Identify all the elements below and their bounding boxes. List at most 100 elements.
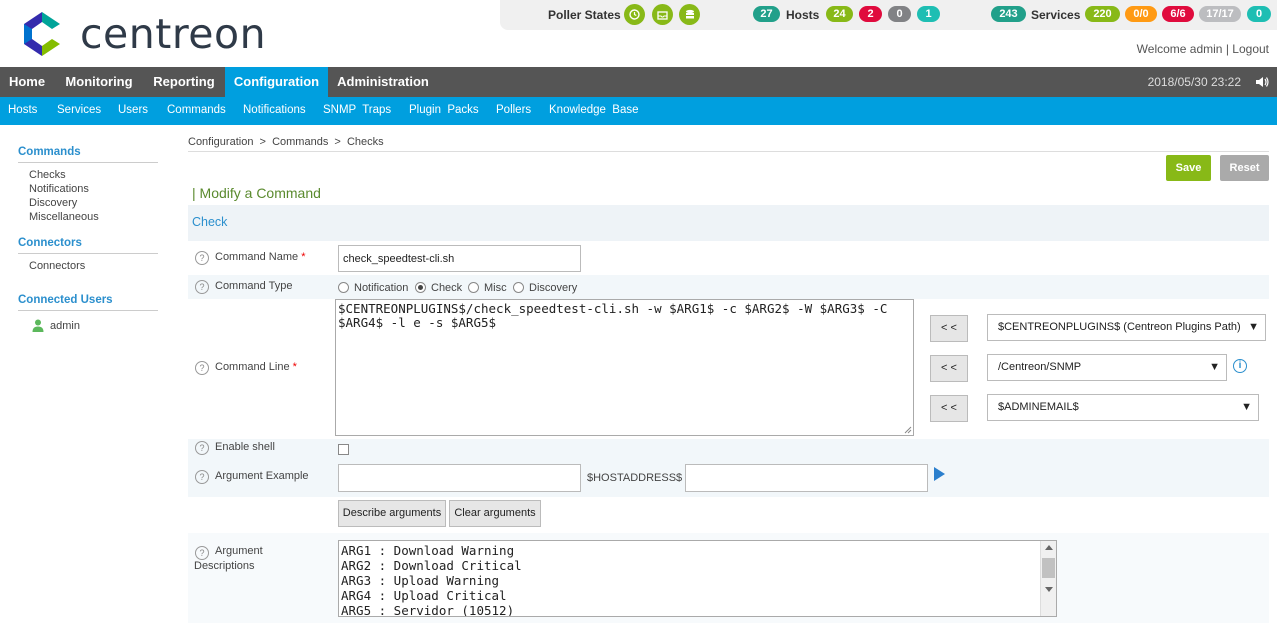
play-icon[interactable] (934, 467, 945, 481)
hosts-down-value: 2 (867, 8, 874, 20)
help-icon[interactable]: ? (195, 280, 209, 294)
subnav-snmp-traps[interactable]: SNMP Traps (323, 104, 391, 116)
subnav-users[interactable]: Users (118, 104, 148, 116)
command-name-label: Command Name * (215, 251, 305, 263)
host-address-input[interactable] (685, 464, 928, 492)
enable-shell-checkbox[interactable] (338, 444, 349, 455)
sidebar-item-connectors[interactable]: Connectors (29, 260, 85, 272)
hosts-total-badge[interactable]: 27 (753, 6, 780, 22)
hosts-unreachable-value: 0 (896, 8, 903, 20)
inbox-icon[interactable] (652, 4, 673, 25)
nav-reporting[interactable]: Reporting (144, 67, 224, 97)
services-total-badge[interactable]: 243 (991, 6, 1026, 22)
centreon-logo-icon (16, 10, 68, 58)
clock-icon[interactable] (624, 4, 645, 25)
services-label: Services (1031, 8, 1081, 22)
poller-states-label: Poller States (548, 8, 621, 22)
centreon-logo[interactable]: centreon (16, 10, 266, 58)
scrollbar-thumb[interactable] (1042, 558, 1055, 578)
sidebar-item-miscellaneous[interactable]: Miscellaneous (29, 211, 99, 223)
nav-monitoring[interactable]: Monitoring (56, 67, 142, 97)
radio-misc-label: Misc (484, 282, 507, 294)
services-critical-badge[interactable]: 6/6 (1162, 6, 1194, 22)
scroll-up-icon[interactable] (1045, 545, 1053, 550)
save-button[interactable]: Save (1166, 155, 1211, 181)
user-icon (32, 319, 44, 335)
argument-example-label: Argument Example (215, 470, 309, 482)
help-icon[interactable]: ? (195, 251, 209, 265)
subnav-commands[interactable]: Commands (167, 104, 226, 116)
services-warning-badge[interactable]: 0/0 (1125, 6, 1157, 22)
radio-check[interactable] (415, 282, 426, 293)
header: centreon Poller States 27 Hosts 24 2 0 1… (0, 0, 1277, 67)
nav-administration[interactable]: Administration (330, 67, 436, 97)
help-icon[interactable]: ? (195, 546, 209, 560)
subnav-services[interactable]: Services (57, 104, 101, 116)
subnav-hosts[interactable]: Hosts (8, 104, 37, 116)
section-title: Check (192, 215, 228, 229)
speaker-icon[interactable] (1255, 76, 1269, 88)
argument-descriptions-label-1: Argument (215, 545, 263, 557)
command-name-input[interactable] (338, 245, 581, 272)
argument-descriptions-textarea[interactable]: ARG1 : Download Warning ARG2 : Download … (338, 540, 1057, 617)
sidebar-divider (18, 310, 158, 311)
macro-select-plugins[interactable]: $CENTREONPLUGINS$ (Centreon Plugins Path… (987, 314, 1266, 341)
scrollbar[interactable] (1040, 541, 1056, 616)
argument-example-input[interactable] (338, 464, 581, 492)
hosts-label: Hosts (786, 8, 820, 22)
hosts-pending-value: 1 (925, 8, 932, 20)
info-icon[interactable]: i (1233, 359, 1247, 373)
subnav-plugin-packs[interactable]: Plugin Packs (409, 104, 479, 116)
welcome-area: Welcome admin | Logout (1137, 42, 1269, 56)
required-mark: * (301, 251, 306, 263)
nav-configuration[interactable]: Configuration (225, 67, 328, 97)
breadcrumb-divider (188, 151, 1269, 152)
scroll-down-icon[interactable] (1045, 587, 1053, 592)
form-title: | Modify a Command (192, 185, 321, 201)
subnav-pollers[interactable]: Pollers (496, 104, 531, 116)
hosts-up-badge[interactable]: 24 (826, 6, 853, 22)
services-ok-badge[interactable]: 220 (1085, 6, 1120, 22)
radio-discovery-label: Discovery (529, 282, 578, 294)
host-address-label: $HOSTADDRESS$ (587, 472, 683, 484)
describe-arguments-button[interactable]: Describe arguments (338, 500, 446, 527)
radio-discovery[interactable] (513, 282, 524, 293)
help-icon[interactable]: ? (195, 470, 209, 484)
reset-button[interactable]: Reset (1220, 155, 1269, 181)
subnav-notifications[interactable]: Notifications (243, 104, 306, 116)
sub-nav: Hosts Services Users Commands Notificati… (0, 97, 1277, 125)
welcome-separator: | (1225, 42, 1229, 56)
sidebar-item-checks[interactable]: Checks (29, 169, 66, 181)
nav-home[interactable]: Home (0, 67, 54, 97)
command-line-textarea[interactable]: $CENTREONPLUGINS$/check_speedtest-cli.sh… (335, 299, 914, 436)
radio-check-label: Check (431, 282, 463, 294)
insert-macro-button-1[interactable]: < < (930, 315, 968, 342)
radio-misc[interactable] (468, 282, 479, 293)
services-ok-value: 220 (1093, 8, 1112, 20)
hosts-pending-badge[interactable]: 1 (917, 6, 940, 22)
logout-link[interactable]: Logout (1232, 42, 1269, 56)
insert-macro-button-3[interactable]: < < (930, 395, 968, 422)
services-unknown-badge[interactable]: 17/17 (1199, 6, 1241, 22)
services-pending-value: 0 (1255, 8, 1263, 20)
resize-handle-icon[interactable] (904, 426, 912, 434)
sidebar-item-discovery[interactable]: Discovery (29, 197, 77, 209)
insert-macro-button-2[interactable]: < < (930, 355, 968, 382)
sidebar-connectors-title[interactable]: Connectors (18, 237, 82, 249)
sidebar-item-notifications[interactable]: Notifications (29, 183, 89, 195)
sidebar-commands-title[interactable]: Commands (18, 146, 81, 158)
help-icon[interactable]: ? (195, 441, 209, 455)
sidebar-connected-users-title: Connected Users (18, 294, 113, 306)
services-pending-badge[interactable]: 0 (1247, 6, 1271, 22)
macro-select-admin[interactable]: $ADMINEMAIL$ ▼ (987, 394, 1259, 421)
hosts-unreachable-badge[interactable]: 0 (888, 6, 911, 22)
hosts-total-value: 27 (760, 8, 773, 20)
subnav-knowledge-base[interactable]: Knowledge Base (549, 104, 639, 116)
help-icon[interactable]: ? (195, 361, 209, 375)
hosts-down-badge[interactable]: 2 (859, 6, 882, 22)
clear-arguments-button[interactable]: Clear arguments (449, 500, 541, 527)
macro-select-resource[interactable]: /Centreon/SNMP ▼ (987, 354, 1227, 381)
sidebar-divider (18, 162, 158, 163)
database-icon[interactable] (679, 4, 700, 25)
radio-notification[interactable] (338, 282, 349, 293)
